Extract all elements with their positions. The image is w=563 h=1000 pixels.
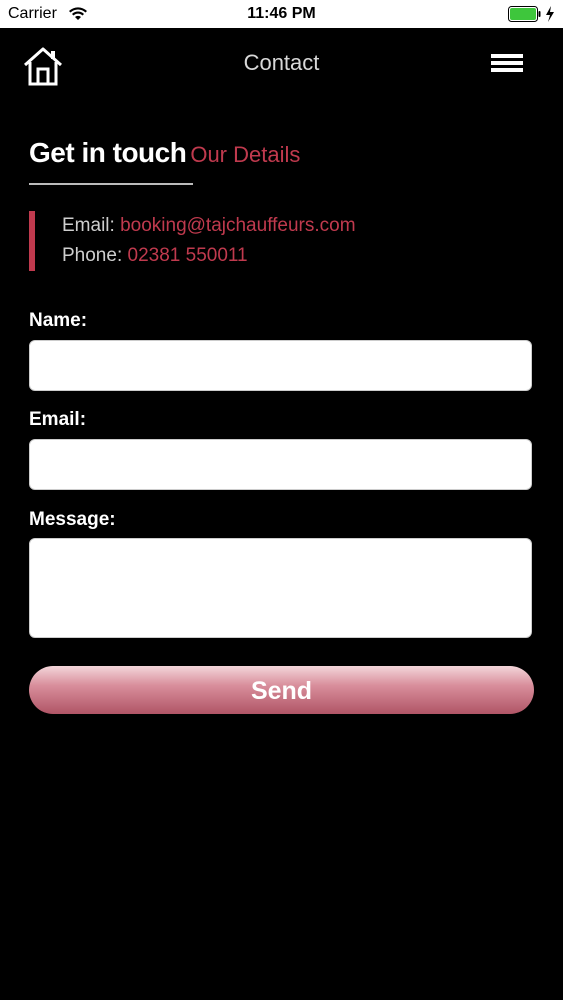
- email-detail-row: Email: booking@tajchauffeurs.com: [62, 211, 509, 241]
- clock: 11:46 PM: [247, 5, 316, 22]
- phone-detail-row: Phone: 02381 550011: [62, 241, 509, 271]
- name-field[interactable]: [29, 340, 532, 391]
- hamburger-menu-icon[interactable]: [491, 52, 523, 79]
- section-heading: Get in touch Our Details: [29, 137, 300, 169]
- heading-underline: [29, 183, 193, 185]
- name-label: Name:: [29, 310, 88, 331]
- status-bar: Carrier 11:46 PM: [0, 0, 563, 28]
- email-label: Email:: [29, 409, 87, 430]
- page-title: Contact: [243, 50, 320, 75]
- message-label: Message:: [29, 509, 116, 530]
- message-field[interactable]: [29, 538, 532, 638]
- phone-link[interactable]: 02381 550011: [128, 245, 248, 266]
- contact-details: Email: booking@tajchauffeurs.com Phone: …: [29, 211, 509, 271]
- charging-bolt-icon: [545, 6, 555, 27]
- nav-bar: Contact: [0, 28, 563, 100]
- our-details-subheading: Our Details: [190, 142, 301, 167]
- email-link[interactable]: booking@tajchauffeurs.com: [120, 215, 355, 236]
- phone-detail-label: Phone:: [62, 245, 123, 266]
- send-button[interactable]: Send: [29, 666, 534, 714]
- email-detail-label: Email:: [62, 215, 115, 236]
- email-field[interactable]: [29, 439, 532, 490]
- get-in-touch-heading: Get in touch: [29, 137, 187, 168]
- battery-full-icon: [508, 6, 542, 27]
